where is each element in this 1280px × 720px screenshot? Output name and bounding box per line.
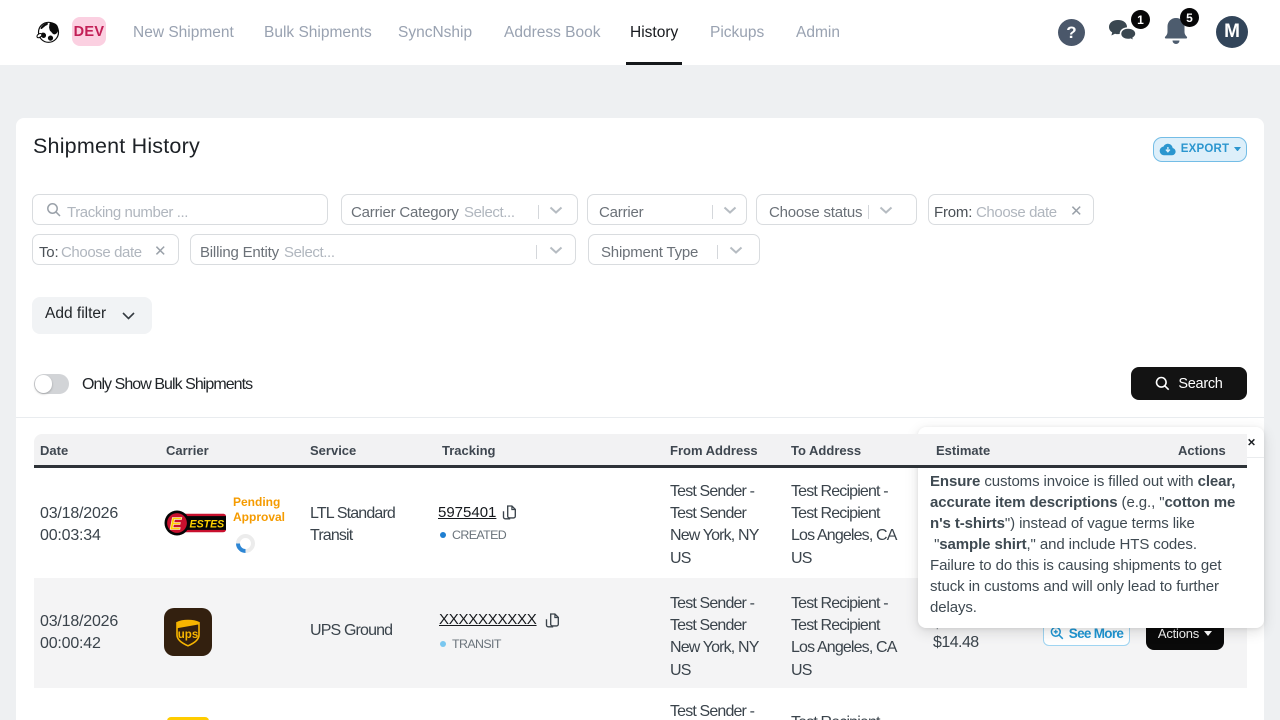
svg-text:ups: ups [178, 629, 198, 641]
svg-text:E: E [170, 514, 183, 534]
svg-text:ESTES: ESTES [190, 518, 225, 530]
